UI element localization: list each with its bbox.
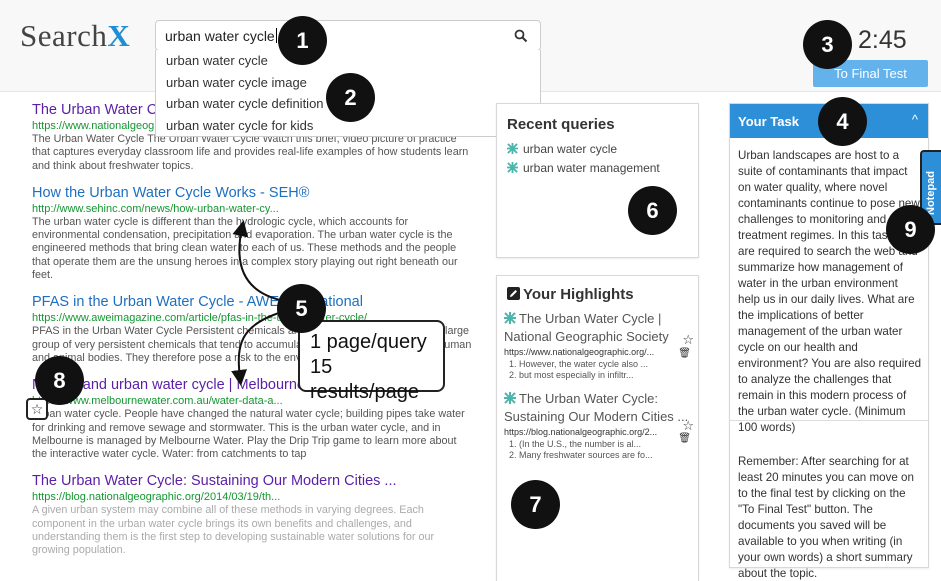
annotation-badge-1: 1 xyxy=(278,16,327,65)
result-title-link[interactable]: How the Urban Water Cycle Works - SEH® xyxy=(32,185,472,202)
highlight-doc-title[interactable]: The Urban Water Cycle | National Geograp… xyxy=(504,310,694,346)
water-cycle-icon xyxy=(507,143,518,154)
result-snippet: The Urban Water Cycle The Urban Water Cy… xyxy=(32,133,469,172)
trash-icon[interactable]: 🗑 xyxy=(678,433,691,444)
annotation-badge-3: 3 xyxy=(803,20,852,69)
recent-query-label: urban water management xyxy=(523,161,660,175)
notepad-label: Notepad xyxy=(925,171,937,215)
task-reminder: Remember: After searching for at least 2… xyxy=(738,455,914,580)
annotation-badge-2: 2 xyxy=(326,73,375,122)
result-url: https://blog.nationalgeographic.org/2014… xyxy=(32,491,281,504)
annotation-badge-7: 7 xyxy=(511,480,560,529)
water-cycle-icon xyxy=(504,392,516,404)
annotation-line: 15 results/page xyxy=(310,356,419,403)
highlight-note: 2. Many freshwater sources are fo... xyxy=(509,450,653,460)
search-icon[interactable] xyxy=(514,29,528,43)
logo-x: X xyxy=(107,18,131,53)
collapse-chevron-icon[interactable]: ^ xyxy=(912,112,918,127)
task-text: Urban landscapes are host to a suite of … xyxy=(738,149,922,434)
highlight-doc-title[interactable]: The Urban Water Cycle: Sustaining Our Mo… xyxy=(504,390,694,426)
text-caret xyxy=(275,28,277,43)
recent-queries-panel: Recent queries urban water cycle urban w… xyxy=(496,103,699,258)
highlight-doc-title-text: The Urban Water Cycle: Sustaining Our Mo… xyxy=(504,391,689,424)
search-result: The Urban Water Cycle: Sustaining Our Mo… xyxy=(32,473,472,557)
annotation-line: 1 page/query xyxy=(310,331,427,353)
task-divider xyxy=(730,420,928,421)
annotation-badge-8: 8 xyxy=(35,356,84,405)
annotation-badge-4: 4 xyxy=(818,97,867,146)
highlight-document: The Urban Water Cycle: Sustaining Our Mo… xyxy=(504,390,694,461)
recent-query-label: urban water cycle xyxy=(523,142,618,156)
pencil-icon xyxy=(507,287,520,300)
recent-query-item[interactable]: urban water cycle xyxy=(507,142,617,156)
highlights-title: Your Highlights xyxy=(507,286,634,303)
annotation-badge-5: 5 xyxy=(277,284,326,333)
annotation-badge-9: 9 xyxy=(886,205,935,254)
highlight-note: 2. but most especially in infiltr... xyxy=(509,370,634,380)
task-title: Your Task xyxy=(738,114,799,129)
pagination-annotation: 1 page/query 15 results/page xyxy=(298,320,445,403)
star-icon[interactable]: ☆ xyxy=(682,418,694,434)
annotation-badge-6: 6 xyxy=(628,186,677,235)
result-snippet: Urban water cycle. People have changed t… xyxy=(32,408,465,461)
water-cycle-icon xyxy=(504,312,516,324)
recent-queries-title: Recent queries xyxy=(507,116,615,133)
trash-icon[interactable]: 🗑 xyxy=(678,348,691,359)
save-star-icon[interactable]: ☆ xyxy=(26,398,48,420)
logo-text: Search xyxy=(20,18,108,53)
highlights-panel: Your Highlights The Urban Water Cycle | … xyxy=(496,275,699,581)
highlight-note: 1. However, the water cycle also ... xyxy=(509,359,649,369)
highlight-note: 1. (In the U.S., the number is al... xyxy=(509,439,642,449)
result-snippet: The urban water cycle is different than … xyxy=(32,215,458,282)
highlight-doc-url: https://blog.nationalgeographic.org/2... xyxy=(504,427,658,437)
star-icon[interactable]: ☆ xyxy=(682,332,694,348)
countdown-timer: 2:45 xyxy=(858,26,907,54)
highlight-document: The Urban Water Cycle | National Geograp… xyxy=(504,310,694,381)
search-input-value: urban water cycle xyxy=(165,28,277,44)
task-panel: Your Task ^ Urban landscapes are host to… xyxy=(729,103,929,580)
highlight-doc-title-text: The Urban Water Cycle | National Geograp… xyxy=(504,311,669,344)
highlights-title-text: Your Highlights xyxy=(523,286,634,303)
search-query-text: urban water cycle xyxy=(165,28,275,44)
suggestion-item[interactable]: urban water cycle xyxy=(156,50,540,72)
searchx-logo[interactable]: SearchX xyxy=(20,18,130,54)
result-url: http://www.sehinc.com/news/how-urban-wat… xyxy=(32,202,279,215)
result-snippet: A given urban system may combine all of … xyxy=(32,504,435,557)
result-title-link[interactable]: The Urban Water Cycle: Sustaining Our Mo… xyxy=(32,473,472,490)
water-cycle-icon xyxy=(507,162,518,173)
recent-query-item[interactable]: urban water management xyxy=(507,161,660,175)
search-result: How the Urban Water Cycle Works - SEH® h… xyxy=(32,185,472,282)
result-title-link[interactable]: PFAS in the Urban Water Cycle - AWE Inte… xyxy=(32,294,472,311)
search-input[interactable]: urban water cycle xyxy=(155,20,541,51)
highlight-doc-url: https://www.nationalgeographic.org/... xyxy=(504,347,655,357)
